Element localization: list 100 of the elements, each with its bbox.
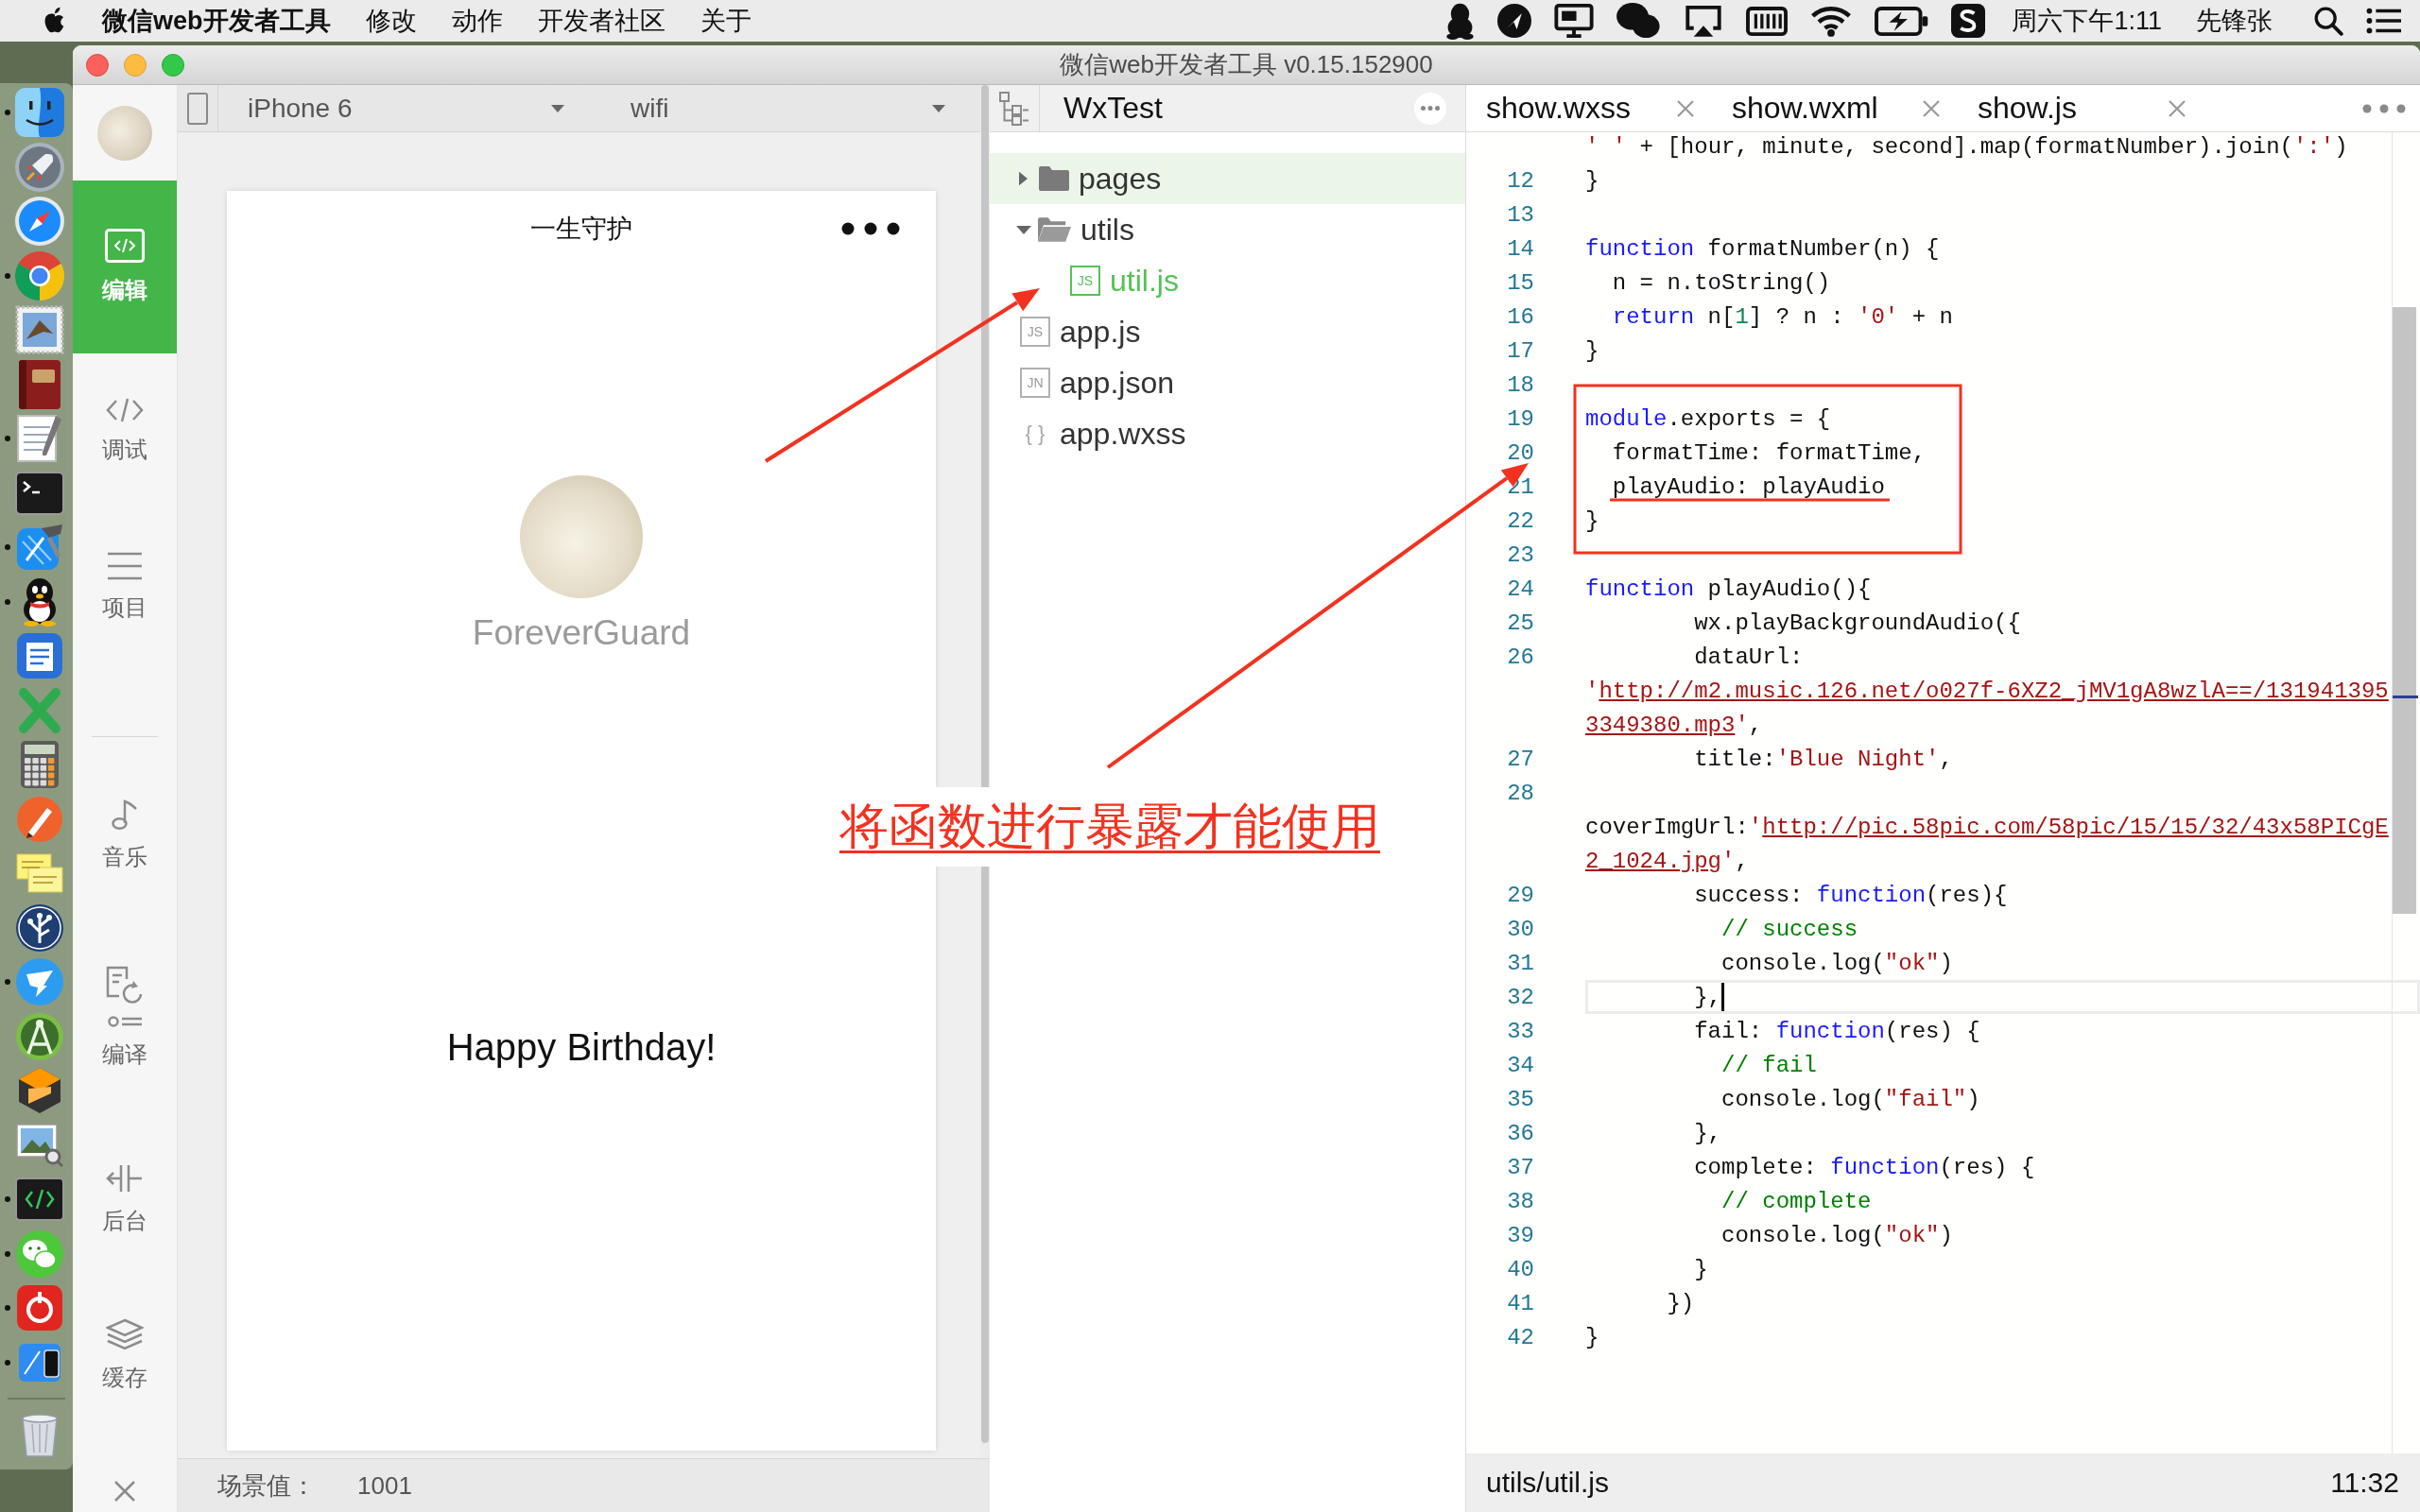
code-line: // success: [1720, 916, 1858, 942]
line-number: 18: [1506, 371, 1534, 398]
picture-icon[interactable]: [16, 1123, 63, 1167]
penguin-icon[interactable]: [1445, 2, 1476, 40]
window-close-button[interactable]: [86, 53, 109, 77]
caret-down-icon[interactable]: [1016, 225, 1031, 234]
line-number: 37: [1506, 1154, 1534, 1180]
menu-item[interactable]: 动作: [451, 4, 503, 38]
tree-item[interactable]: utils: [990, 204, 1465, 255]
clock-text[interactable]: 周六下午1:11: [2012, 4, 2162, 38]
navigation-icon[interactable]: [1497, 4, 1532, 38]
trash-icon[interactable]: [21, 1413, 59, 1457]
caret-right-icon[interactable]: [1019, 171, 1028, 186]
drafting-compass-icon[interactable]: [16, 1012, 63, 1060]
sidebar-tab[interactable]: 缓存: [73, 1278, 177, 1434]
document-icon[interactable]: [17, 633, 62, 679]
tree-item[interactable]: { } app.wxss: [990, 408, 1465, 459]
settings-icon: [108, 1015, 142, 1028]
code-line: console.log("ok"): [1720, 1222, 1953, 1248]
penguin-icon[interactable]: [23, 576, 57, 627]
menu-item[interactable]: 关于: [700, 4, 752, 38]
face-icon[interactable]: [15, 88, 64, 137]
url-link[interactable]: 2_1024.jpg: [1585, 848, 1722, 874]
line-number: 39: [1506, 1222, 1534, 1248]
memory-chip-icon[interactable]: [1746, 6, 1789, 36]
more-icon[interactable]: [841, 222, 900, 235]
text-cursor: [1721, 983, 1725, 1011]
phone-icon[interactable]: [18, 1342, 61, 1383]
network-select[interactable]: wifi: [606, 85, 980, 131]
code-line: }: [1585, 337, 1599, 364]
sidebar-tab[interactable]: 调试: [73, 353, 177, 509]
caret-icon: [551, 104, 564, 112]
folder-icon: [1039, 166, 1069, 191]
sidebar-tab[interactable]: 音乐: [73, 758, 177, 914]
scrollbar-thumb[interactable]: [2393, 307, 2416, 914]
file-tab[interactable]: show.wxml: [1712, 85, 1958, 131]
stamp-icon[interactable]: [15, 305, 64, 354]
hammer-icon[interactable]: [15, 523, 64, 572]
app-menu[interactable]: 微信web开发者工具: [102, 4, 331, 38]
line-number: 38: [1506, 1188, 1534, 1214]
file-tab[interactable]: show.wxss: [1466, 85, 1712, 131]
code-line: dataUrl:: [1693, 644, 1804, 670]
document-refresh-icon: [106, 966, 144, 1004]
wing-icon[interactable]: [16, 958, 63, 1005]
terminal-icon[interactable]: [15, 471, 64, 515]
device-select[interactable]: iPhone 6: [218, 85, 606, 131]
battery-icon[interactable]: [1875, 6, 1929, 36]
swirl-icon[interactable]: [17, 1285, 62, 1331]
url-link[interactable]: http://m2.music.126.net/o027f-6XZ2_jMV1gA8wzlA==/131941395: [1599, 678, 2389, 704]
line-number: 29: [1506, 882, 1534, 908]
close-icon[interactable]: [2168, 98, 2187, 118]
compass-icon[interactable]: [15, 197, 64, 246]
wifi-icon[interactable]: [1810, 5, 1853, 37]
pen-icon[interactable]: [17, 796, 62, 842]
close-icon[interactable]: [1922, 98, 1941, 118]
code-icon: [106, 398, 144, 422]
search-icon[interactable]: [2314, 6, 2343, 36]
chat-bubbles-icon[interactable]: [1616, 2, 1662, 40]
line-number: 19: [1506, 405, 1534, 432]
menu-item[interactable]: 修改: [365, 4, 417, 38]
tree-item[interactable]: JN app.json: [990, 357, 1465, 408]
tree-item[interactable]: JS app.js: [990, 306, 1465, 357]
tree-icon[interactable]: [16, 903, 63, 952]
close-icon[interactable]: [1676, 98, 1695, 118]
open-folder-icon: [1038, 217, 1071, 242]
code-screen-icon[interactable]: [15, 1177, 64, 1221]
notepad-icon[interactable]: [17, 415, 62, 462]
user-menu[interactable]: 先锋张: [2196, 4, 2273, 38]
name-label: ForeverGuard: [472, 612, 691, 654]
phone-outline-icon[interactable]: [187, 92, 208, 125]
rocket-icon[interactable]: [15, 142, 64, 192]
file-type-icon: JS: [1020, 317, 1050, 347]
tree-item[interactable]: pages: [990, 153, 1465, 204]
sidebar-tab[interactable]: 项目: [73, 509, 177, 665]
project-title: WxTest: [1063, 91, 1164, 126]
file-type-icon: { }: [1020, 419, 1050, 449]
sticky-notes-icon[interactable]: [16, 853, 63, 893]
sidebar-tab[interactable]: 编译: [73, 914, 177, 1122]
cube-icon[interactable]: [19, 1068, 60, 1113]
more-button[interactable]: [1414, 92, 1446, 125]
circle-segments-icon[interactable]: [15, 250, 64, 301]
file-tab[interactable]: show.js: [1958, 85, 2204, 131]
airplay-icon[interactable]: [1684, 4, 1724, 38]
code-line: },: [1693, 984, 1722, 1010]
url-link[interactable]: http://pic.58pic.com/58pic/15/15/32/43x58PICgE: [1762, 814, 2389, 840]
scrollbar-track[interactable]: [2392, 132, 2420, 1453]
sidebar-tab[interactable]: 后台: [73, 1122, 177, 1278]
line-number: 40: [1506, 1256, 1534, 1282]
more-icon: [1421, 106, 1440, 111]
menu-item[interactable]: 开发者社区: [537, 4, 666, 38]
book-icon[interactable]: [19, 359, 60, 409]
close-icon: [113, 1480, 136, 1503]
caret-icon: [932, 104, 945, 112]
list-icon[interactable]: [2366, 8, 2401, 34]
line-number: 34: [1506, 1052, 1534, 1078]
calculator-icon[interactable]: [21, 741, 59, 788]
monitor-icon[interactable]: [1554, 4, 1595, 38]
url-link[interactable]: 3349380.mp3: [1585, 712, 1736, 738]
badge-icon[interactable]: [1951, 4, 1986, 38]
hierarchy-icon[interactable]: [999, 91, 1029, 126]
